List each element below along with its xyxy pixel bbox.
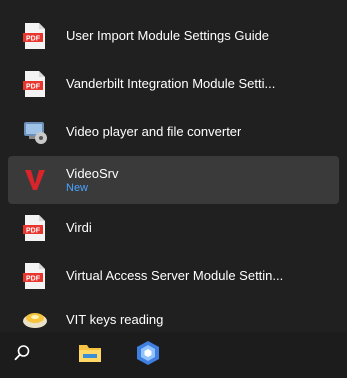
app-list: PDF User Import Module Settings Guide PD… <box>8 12 339 340</box>
videosrv-icon <box>20 165 50 195</box>
app-item-user-import-module-settings-guide[interactable]: PDF User Import Module Settings Guide <box>8 12 339 60</box>
new-badge: New <box>66 181 89 194</box>
svg-text:PDF: PDF <box>26 84 41 91</box>
vit-keys-icon <box>20 305 50 335</box>
app-item-videosrv[interactable]: VideoSrv New <box>8 156 339 204</box>
app-hexagon-icon <box>134 339 162 372</box>
file-explorer-icon <box>77 342 103 369</box>
app-label: User Import Module Settings Guide <box>66 28 270 43</box>
search-icon <box>13 344 31 367</box>
taskbar <box>0 332 347 378</box>
app-label: Video player and file converter <box>66 124 242 139</box>
pdf-icon: PDF <box>20 69 50 99</box>
app-label: Virdi <box>66 220 92 235</box>
app-item-vanderbilt-integration-module[interactable]: PDF Vanderbilt Integration Module Setti.… <box>8 60 339 108</box>
taskbar-file-explorer-button[interactable] <box>68 335 112 375</box>
app-item-video-player-converter[interactable]: Video player and file converter <box>8 108 339 156</box>
app-item-virdi[interactable]: PDF Virdi <box>8 204 339 252</box>
svg-text:PDF: PDF <box>26 36 41 43</box>
pdf-icon: PDF <box>20 21 50 51</box>
video-converter-icon <box>20 117 50 147</box>
svg-text:PDF: PDF <box>26 276 41 283</box>
taskbar-search-button[interactable] <box>0 335 44 375</box>
taskbar-app-button[interactable] <box>126 335 170 375</box>
pdf-icon: PDF <box>20 213 50 243</box>
app-label: VideoSrv <box>66 165 119 181</box>
svg-text:PDF: PDF <box>26 228 41 235</box>
app-label: Virtual Access Server Module Settin... <box>66 268 284 283</box>
app-label: VIT keys reading <box>66 312 164 327</box>
app-label: Vanderbilt Integration Module Setti... <box>66 76 276 91</box>
app-item-virtual-access-server-module[interactable]: PDF Virtual Access Server Module Settin.… <box>8 252 339 300</box>
pdf-icon: PDF <box>20 261 50 291</box>
